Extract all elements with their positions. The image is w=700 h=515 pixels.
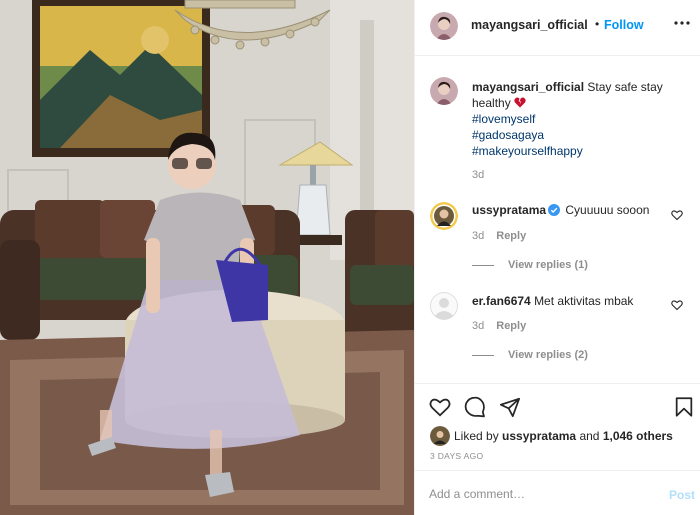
caption-username[interactable]: mayangsari_official [472,80,584,94]
view-replies-label: View replies (2) [508,349,588,361]
comment-timestamp[interactable]: 3d [472,230,484,242]
broken-heart-icon [514,96,526,108]
post-side-panel: mayangsari_official • Follow mayangsari_… [414,0,700,515]
comment-icon[interactable] [464,396,486,418]
post-comment-button[interactable]: Post [669,488,695,502]
view-replies-button[interactable]: View replies (1) [472,259,588,271]
hashtag-link[interactable]: #lovemyself [472,111,687,127]
instagram-post: mayangsari_official • Follow mayangsari_… [0,0,700,515]
follow-button[interactable]: Follow [604,18,644,32]
caption-timestamp[interactable]: 3d [472,169,484,181]
view-replies-label: View replies (1) [508,259,588,271]
commenter-avatar[interactable] [430,202,458,230]
heart-icon[interactable] [429,396,451,418]
hashtag-link[interactable]: #gadosagaya [472,127,687,143]
comment-timestamp[interactable]: 3d [472,320,484,332]
header-separator: • [595,17,600,31]
author-avatar[interactable] [430,12,458,40]
caption-author-avatar[interactable] [430,77,458,105]
post-caption: mayangsari_official Stay safe stay healt… [472,79,687,159]
reply-button[interactable]: Reply [496,320,526,332]
bookmark-icon[interactable] [673,396,695,418]
likes-joiner: and [579,429,600,443]
likes-user-link[interactable]: ussypratama [502,429,576,443]
comment-username[interactable]: er.fan6674 [472,294,531,308]
replies-divider [472,264,494,266]
likes-summary: Liked by ussypratama and 1,046 others [430,426,690,446]
comment-input[interactable] [429,484,649,504]
post-photo[interactable] [0,0,414,515]
likes-prefix: Liked by [454,429,499,443]
comment-like-icon[interactable] [671,299,683,311]
add-comment-bar: Post [415,470,700,515]
comment-like-icon[interactable] [671,209,683,221]
post-photo-illustration [0,0,414,515]
share-icon[interactable] [499,396,521,418]
comment-meta: 3d Reply [472,230,526,242]
view-replies-button[interactable]: View replies (2) [472,349,588,361]
comment-body: ussypratama Cyuuuuu sooon [472,203,649,217]
comment-text: Met aktivitas mbak [534,294,634,308]
post-timestamp[interactable]: 3 DAYS AGO [430,451,483,461]
likes-others-link[interactable]: 1,046 others [603,429,673,443]
comment-meta: 3d Reply [472,320,526,332]
comment-body: er.fan6674 Met aktivitas mbak [472,294,633,308]
replies-divider [472,354,494,356]
comments-list[interactable]: mayangsari_official Stay safe stay healt… [415,57,700,383]
more-options-icon[interactable] [672,13,692,33]
post-header: mayangsari_official • Follow [415,0,700,56]
verified-badge-icon [548,204,561,216]
author-username[interactable]: mayangsari_official [471,18,588,32]
comment-username[interactable]: ussypratama [472,203,546,217]
comment-text: Cyuuuuu sooon [565,203,650,217]
hashtag-link[interactable]: #makeyourselfhappy [472,143,687,159]
reply-button[interactable]: Reply [496,230,526,242]
commenter-avatar[interactable] [430,292,458,320]
likes-text: Liked by ussypratama and 1,046 others [454,429,673,443]
liker-avatar[interactable] [430,426,450,446]
